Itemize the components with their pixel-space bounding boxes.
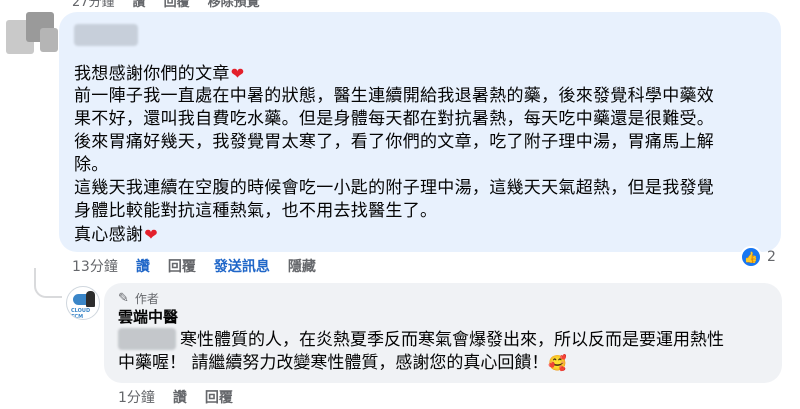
previous-comment-actions: 27分鐘 讚 回覆 移除預覽 [72,0,260,10]
reply-actions: 1分鐘 讚 回覆 [118,387,251,407]
author-badge-label: 作者 [134,292,159,306]
thumbs-up-icon: 👍 [740,246,762,268]
hide-button[interactable]: 隱藏 [288,256,316,276]
timestamp[interactable]: 13分鐘 [72,256,118,276]
timestamp[interactable]: 1分鐘 [118,387,155,407]
thread-connector [34,268,62,298]
heart-emoji: ❤ [230,64,245,83]
smiling-face-with-hearts-emoji: 🥰 [548,354,568,372]
pen-icon: ✎ [118,291,129,306]
remove-preview-button[interactable]: 移除預覽 [208,0,260,10]
author-badge: ✎ 作者 [118,290,159,307]
send-message-button[interactable]: 發送訊息 [214,256,270,276]
person-icon [86,291,95,307]
commenter-name[interactable] [74,24,138,46]
reply-text: 寒性體質的人，在炎熱夏季反而寒氣會爆發出來，所以反而是要運用熱性 中藥喔！ 請繼… [118,330,724,373]
like-button[interactable]: 讚 [173,387,187,407]
page-avatar[interactable]: CLOUD TCM [66,286,100,320]
heart-emoji: ❤ [144,225,158,244]
reply-button[interactable]: 回覆 [168,256,196,276]
comment-text: 我想感謝你們的文章❤ 前一陣子我一直處在中暑的狀態，醫生連續開給我退暑熱的藥，後… [74,64,715,245]
reply-button[interactable]: 回覆 [164,0,190,10]
reaction-badge[interactable]: 👍 2 [740,245,776,269]
like-button[interactable]: 讚 [136,256,150,276]
reaction-count: 2 [767,249,776,265]
avatar-logo-text: CLOUD TCM [71,308,91,320]
reply-author-name[interactable]: 雲端中醫 [118,306,178,327]
reply-button[interactable]: 回覆 [205,387,233,407]
timestamp: 27分鐘 [72,0,115,10]
comment-actions: 13分鐘 讚 回覆 發送訊息 隱藏 [72,256,334,276]
avatar[interactable] [0,10,66,54]
like-button[interactable]: 讚 [133,0,146,10]
